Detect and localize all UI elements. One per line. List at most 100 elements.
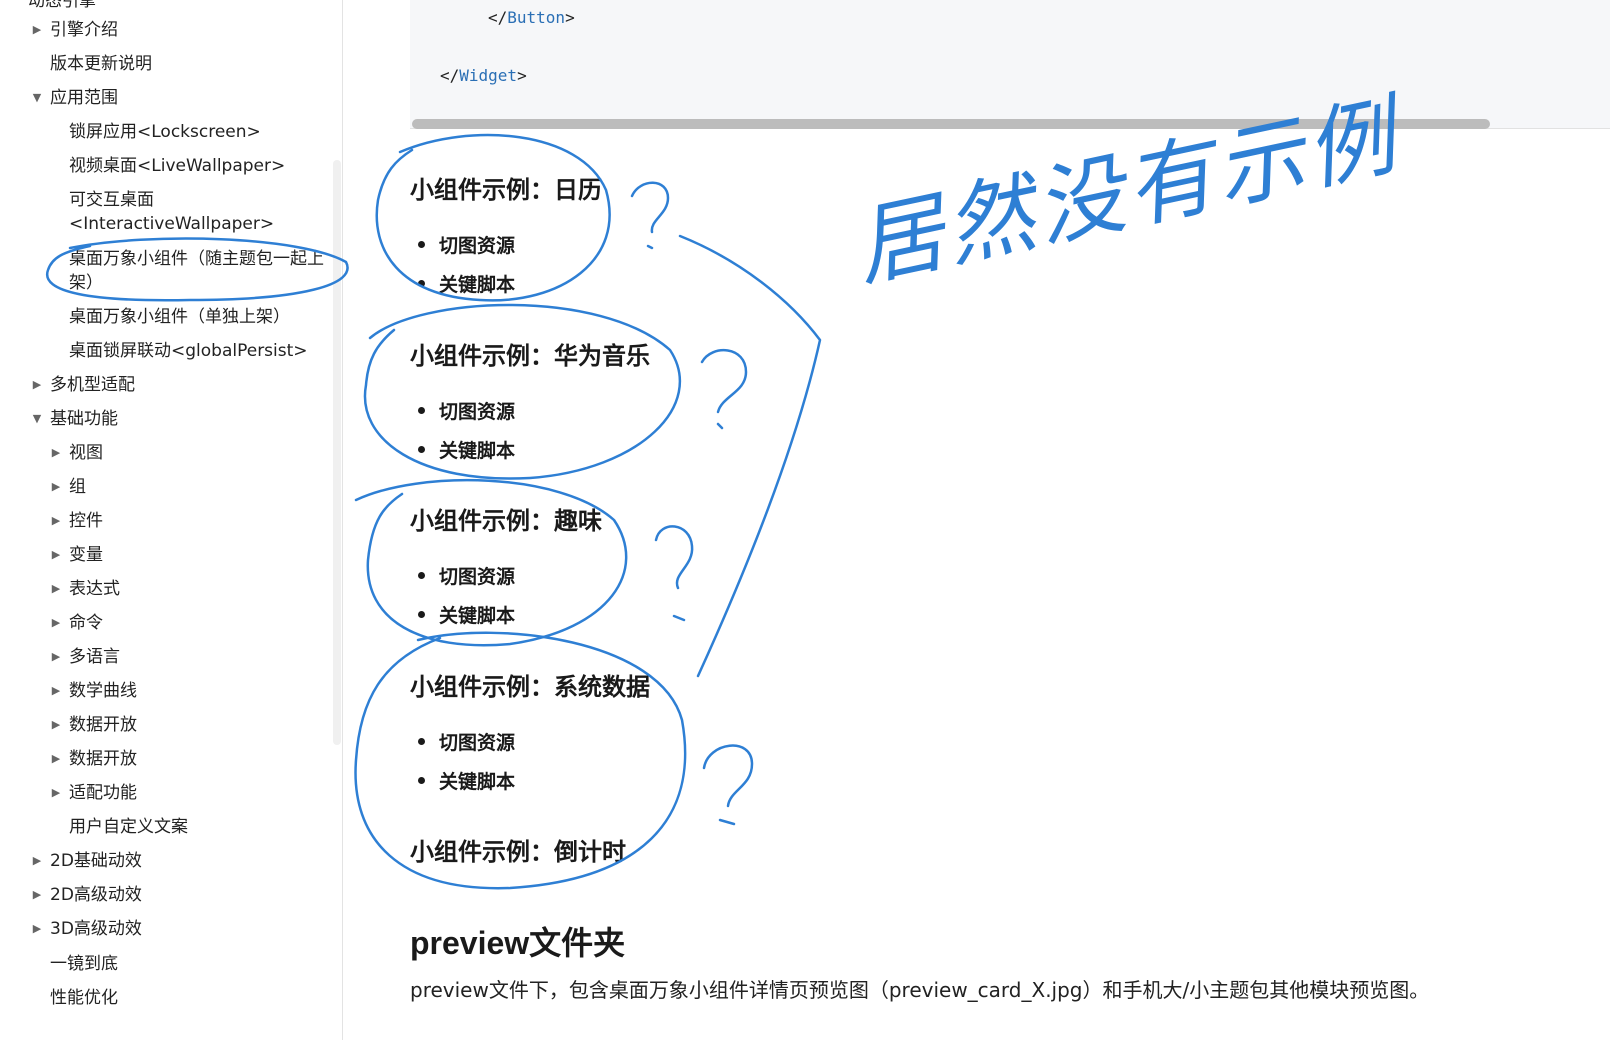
sidebar-item-label: 性能优化 <box>50 988 118 1008</box>
sidebar-item-math-curve[interactable]: ▶ 数学曲线 <box>52 677 137 705</box>
sidebar-item-label: 多机型适配 <box>50 375 135 395</box>
section-title-calendar: 小组件示例：日历 <box>410 177 602 204</box>
chevron-right-icon[interactable]: ▶ <box>49 541 63 569</box>
sidebar-item-3d-advanced[interactable]: ▶ 3D高级动效 <box>33 915 142 943</box>
section-title-countdown: 小组件示例：倒计时 <box>410 839 626 866</box>
sidebar-scrollbar[interactable] <box>333 160 341 745</box>
bullet-icon <box>418 572 425 579</box>
chevron-right-icon[interactable]: ▶ <box>49 677 63 705</box>
sidebar-item-label: 适配功能 <box>69 783 137 803</box>
sidebar-item-label: 基础功能 <box>50 409 118 429</box>
bullet-icon <box>418 611 425 618</box>
sidebar-item-label: 2D基础动效 <box>50 851 142 871</box>
bullet-icon <box>418 241 425 248</box>
list-item[interactable]: 关键脚本 <box>418 270 515 297</box>
sidebar-item-expression[interactable]: ▶ 表达式 <box>52 575 120 603</box>
sidebar-item-global-persist[interactable]: 桌面锁屏联动<globalPersist> <box>69 337 308 365</box>
list-item[interactable]: 切图资源 <box>418 397 515 424</box>
section-title-system-data: 小组件示例：系统数据 <box>410 674 650 701</box>
code-block: </Button> </Widget> <box>410 0 1610 129</box>
sidebar-item-label: 用户自定义文案 <box>69 817 188 837</box>
preview-folder-heading: preview文件夹 <box>410 925 626 961</box>
sidebar-item-label: 组 <box>69 477 86 497</box>
chevron-right-icon[interactable]: ▶ <box>49 643 63 671</box>
chevron-right-icon[interactable]: ▶ <box>49 609 63 637</box>
sidebar-item-label: 可交互桌面<InteractiveWallpaper> <box>69 190 275 234</box>
chevron-right-icon[interactable]: ▶ <box>49 711 63 739</box>
sidebar-item-one-shot[interactable]: 一镜到底 <box>50 950 118 978</box>
sidebar-item-control[interactable]: ▶ 控件 <box>52 507 103 535</box>
chevron-right-icon[interactable]: ▶ <box>30 881 44 909</box>
list-item[interactable]: 切图资源 <box>418 562 515 589</box>
sidebar-item-2d-advanced[interactable]: ▶ 2D高级动效 <box>33 881 142 909</box>
sidebar-item-label: 3D高级动效 <box>50 919 142 939</box>
bullet-icon <box>418 407 425 414</box>
sidebar-item-multilanguage[interactable]: ▶ 多语言 <box>52 643 120 671</box>
code-line-widget-close: </Widget> <box>440 66 527 85</box>
sidebar-nav: 动态引擎 ▶ 引擎介绍 版本更新说明 ▼ 应用范围 锁屏应用<Lockscree… <box>0 0 343 1040</box>
list-item[interactable]: 关键脚本 <box>418 436 515 463</box>
sidebar-item-multi-device[interactable]: ▶ 多机型适配 <box>33 371 135 399</box>
sidebar-item-label: 命令 <box>69 613 103 633</box>
sidebar-item-label: 控件 <box>69 511 103 531</box>
sidebar-item-adaptation[interactable]: ▶ 适配功能 <box>52 779 137 807</box>
sidebar-item-livewallpaper[interactable]: 视频桌面<LiveWallpaper> <box>69 152 285 180</box>
sidebar-item-label: 应用范围 <box>50 88 118 108</box>
section-title-huawei-music: 小组件示例：华为音乐 <box>410 343 650 370</box>
sidebar-item-label: 桌面锁屏联动<globalPersist> <box>69 341 308 361</box>
sidebar-item-label: 版本更新说明 <box>50 54 152 74</box>
code-line-button-close: </Button> <box>488 8 575 27</box>
sidebar-item-group[interactable]: ▶ 组 <box>52 473 86 501</box>
sidebar-item-performance[interactable]: 性能优化 <box>50 984 118 1012</box>
sidebar-item-custom-text[interactable]: 用户自定义文案 <box>69 813 188 841</box>
list-item[interactable]: 切图资源 <box>418 231 515 258</box>
sidebar-item-label: 数据开放 <box>69 715 137 735</box>
chevron-right-icon[interactable]: ▶ <box>30 371 44 399</box>
chevron-down-icon[interactable]: ▼ <box>30 405 44 433</box>
sidebar-item-data-open-1[interactable]: ▶ 数据开放 <box>52 711 137 739</box>
sidebar-item-scope[interactable]: ▼ 应用范围 <box>33 84 118 112</box>
chevron-right-icon[interactable]: ▶ <box>49 745 63 773</box>
list-item[interactable]: 切图资源 <box>418 728 515 755</box>
chevron-down-icon[interactable]: ▼ <box>30 84 44 112</box>
sidebar-item-command[interactable]: ▶ 命令 <box>52 609 103 637</box>
sidebar-item-interactive-wallpaper[interactable]: 可交互桌面<InteractiveWallpaper> <box>69 188 299 238</box>
sidebar-item-lockscreen[interactable]: 锁屏应用<Lockscreen> <box>69 118 261 146</box>
sidebar-item-2d-basic[interactable]: ▶ 2D基础动效 <box>33 847 142 875</box>
chevron-right-icon[interactable]: ▶ <box>30 915 44 943</box>
bullet-icon <box>418 446 425 453</box>
preview-folder-description: preview文件下，包含桌面万象小组件详情页预览图（preview_card_… <box>410 978 1430 1002</box>
chevron-right-icon[interactable]: ▶ <box>49 779 63 807</box>
sidebar-item-data-open-2[interactable]: ▶ 数据开放 <box>52 745 137 773</box>
sidebar-item-label: 引擎介绍 <box>50 20 118 40</box>
chevron-right-icon[interactable]: ▶ <box>30 16 44 44</box>
sidebar-item-basic-features[interactable]: ▼ 基础功能 <box>33 405 118 433</box>
section-title-fun: 小组件示例：趣味 <box>410 508 602 535</box>
bullet-icon <box>418 738 425 745</box>
chevron-right-icon[interactable]: ▶ <box>49 439 63 467</box>
sidebar-item-label: 桌面万象小组件（单独上架） <box>69 307 290 327</box>
chevron-right-icon[interactable]: ▶ <box>49 473 63 501</box>
sidebar-item-widget-with-theme[interactable]: 桌面万象小组件（随主题包一起上架） <box>69 247 331 297</box>
chevron-right-icon[interactable]: ▶ <box>49 507 63 535</box>
chevron-right-icon[interactable]: ▶ <box>30 847 44 875</box>
sidebar-item-label: 桌面万象小组件（随主题包一起上架） <box>69 249 324 293</box>
sidebar-item-variable[interactable]: ▶ 变量 <box>52 541 103 569</box>
sidebar-item-label: 数学曲线 <box>69 681 137 701</box>
sidebar-item-engine-intro[interactable]: ▶ 引擎介绍 <box>33 16 118 44</box>
sidebar-item-release-notes[interactable]: 版本更新说明 <box>50 50 152 78</box>
list-item[interactable]: 关键脚本 <box>418 767 515 794</box>
sidebar-item-view[interactable]: ▶ 视图 <box>52 439 103 467</box>
sidebar-item-label: 多语言 <box>69 647 120 667</box>
bullet-icon <box>418 280 425 287</box>
sidebar-item-widget-standalone[interactable]: 桌面万象小组件（单独上架） <box>69 303 290 331</box>
sidebar-item-truncated[interactable]: 动态引擎 <box>28 0 96 11</box>
list-item[interactable]: 关键脚本 <box>418 601 515 628</box>
sidebar-item-label: 表达式 <box>69 579 120 599</box>
sidebar-item-label: 数据开放 <box>69 749 137 769</box>
chevron-right-icon[interactable]: ▶ <box>49 575 63 603</box>
sidebar-item-label: 锁屏应用<Lockscreen> <box>69 122 261 142</box>
sidebar-item-label: 2D高级动效 <box>50 885 142 905</box>
sidebar-item-label: 一镜到底 <box>50 954 118 974</box>
sidebar-item-label: 变量 <box>69 545 103 565</box>
